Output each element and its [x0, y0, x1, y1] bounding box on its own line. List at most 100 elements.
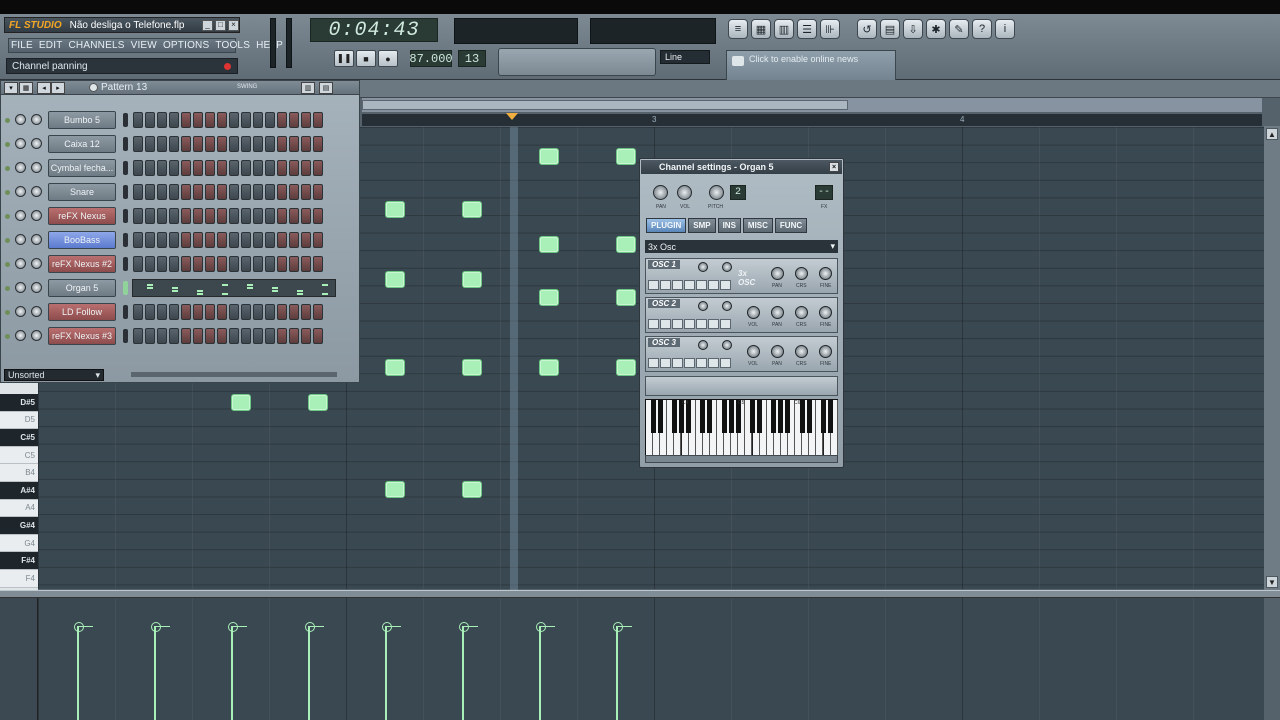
step-button[interactable] [301, 328, 311, 344]
piano-key[interactable]: F4 [0, 570, 38, 588]
channel-button[interactable]: Organ 5 [48, 279, 116, 297]
preview-black-key[interactable] [828, 400, 833, 433]
preview-black-key[interactable] [707, 400, 713, 433]
step-button[interactable] [157, 184, 167, 200]
tab-plugin[interactable]: PLUGIN [646, 218, 687, 233]
waveform-button[interactable] [648, 319, 659, 329]
osc-pan-knob[interactable] [771, 345, 784, 358]
step-button[interactable] [265, 184, 275, 200]
step-button[interactable] [241, 232, 251, 248]
channel-mute-led[interactable] [5, 310, 10, 315]
tab-misc[interactable]: MISC [742, 218, 773, 233]
step-button[interactable] [265, 160, 275, 176]
step-button[interactable] [265, 136, 275, 152]
step-button[interactable] [313, 256, 323, 272]
step-button[interactable] [169, 256, 179, 272]
step-button[interactable] [253, 208, 263, 224]
note[interactable] [231, 394, 251, 411]
channel-mini-piano-roll[interactable] [132, 279, 336, 297]
step-button[interactable] [145, 160, 155, 176]
channel-volume-knob[interactable] [31, 306, 42, 317]
piano-roll-vscroll[interactable]: ▲ ▼ [1264, 126, 1280, 590]
channel-pan-knob[interactable] [15, 138, 26, 149]
record-button[interactable]: ● [378, 50, 398, 67]
note[interactable] [616, 359, 636, 376]
channel-volume-knob[interactable] [31, 258, 42, 269]
step-button[interactable] [241, 136, 251, 152]
step-button[interactable] [253, 328, 263, 344]
step-button[interactable] [181, 160, 191, 176]
minimize-icon[interactable]: _ [202, 19, 213, 31]
velocity-bar[interactable] [305, 622, 324, 720]
step-button[interactable] [133, 328, 143, 344]
channel-button[interactable]: Caixa 12 [48, 135, 116, 153]
undo-icon[interactable]: ↺ [857, 19, 877, 39]
channel-mute-led[interactable] [5, 334, 10, 339]
step-button[interactable] [241, 184, 251, 200]
waveform-button[interactable] [660, 280, 671, 290]
step-button[interactable] [301, 256, 311, 272]
velocity-editor[interactable] [38, 598, 1264, 720]
osc-crs-knob[interactable] [795, 267, 808, 280]
playlist-icon[interactable]: ≡ [728, 19, 748, 39]
channel-volume-knob[interactable] [31, 162, 42, 173]
waveform-button[interactable] [696, 319, 707, 329]
step-button[interactable] [289, 136, 299, 152]
waveform-button[interactable] [708, 280, 719, 290]
render-icon[interactable]: ⇩ [903, 19, 923, 39]
channel-button[interactable]: reFX Nexus [48, 207, 116, 225]
preview-black-key[interactable] [657, 400, 663, 433]
step-button[interactable] [229, 136, 239, 152]
channel-select-indicator[interactable] [123, 113, 128, 127]
channel-button[interactable]: reFX Nexus #3 [48, 327, 116, 345]
step-button[interactable] [289, 256, 299, 272]
step-button[interactable] [217, 208, 227, 224]
note[interactable] [539, 289, 559, 306]
osc-phase-knob[interactable] [722, 301, 732, 311]
channel-volume-knob[interactable] [31, 210, 42, 221]
tools-icon[interactable]: ✎ [949, 19, 969, 39]
preview-black-key[interactable] [749, 400, 755, 433]
osc-vol-knob[interactable] [747, 345, 760, 358]
piano-roll-icon[interactable]: ▥ [774, 19, 794, 39]
menu-options[interactable]: OPTIONS [163, 40, 209, 51]
channel-mute-led[interactable] [5, 238, 10, 243]
step-button[interactable] [289, 304, 299, 320]
osc-pan-knob[interactable] [771, 306, 784, 319]
step-button[interactable] [193, 136, 203, 152]
channel-select-indicator[interactable] [123, 137, 128, 151]
preview-black-key[interactable] [806, 400, 812, 433]
preview-black-key[interactable] [721, 400, 727, 433]
waveform-button[interactable] [720, 280, 731, 290]
pattern-selector[interactable]: Pattern 13 [89, 82, 147, 93]
step-button[interactable] [217, 112, 227, 128]
osc-crs-knob[interactable] [795, 345, 808, 358]
step-button[interactable] [313, 232, 323, 248]
step-button[interactable] [313, 160, 323, 176]
info-icon[interactable]: i [995, 19, 1015, 39]
step-button[interactable] [169, 208, 179, 224]
osc-fine-knob[interactable] [819, 306, 832, 319]
channel-select-indicator[interactable] [123, 233, 128, 247]
piano-key[interactable]: G#4 [0, 517, 38, 535]
menu-view[interactable]: VIEW [131, 40, 157, 51]
note[interactable] [616, 236, 636, 253]
channel-filter-select[interactable]: Unsorted ▾ [4, 369, 104, 381]
tab-func[interactable]: FUNC [774, 218, 808, 233]
step-button[interactable] [145, 232, 155, 248]
step-button[interactable] [181, 232, 191, 248]
step-button[interactable] [133, 112, 143, 128]
step-button[interactable] [145, 184, 155, 200]
step-button[interactable] [277, 208, 287, 224]
menu-channels[interactable]: CHANNELS [69, 40, 125, 51]
step-button[interactable] [193, 112, 203, 128]
step-button[interactable] [217, 160, 227, 176]
step-button[interactable] [241, 256, 251, 272]
osc-pan-knob[interactable] [771, 267, 784, 280]
waveform-button[interactable] [672, 319, 683, 329]
step-button[interactable] [253, 232, 263, 248]
event-editor-splitter[interactable] [0, 590, 1280, 598]
step-button[interactable] [205, 304, 215, 320]
preview-black-key[interactable] [771, 400, 777, 433]
step-button[interactable] [217, 232, 227, 248]
